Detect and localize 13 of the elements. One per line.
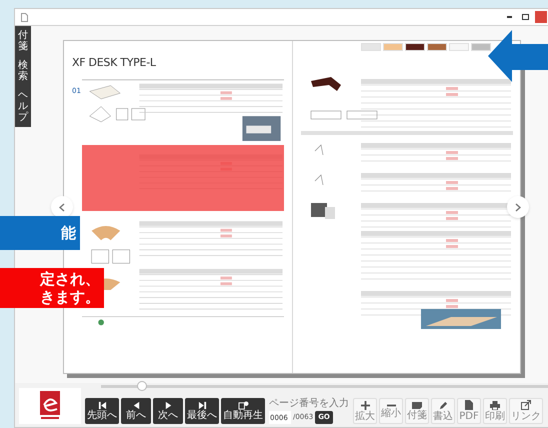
page-number-prompt: ページ番号を入力 bbox=[269, 399, 349, 409]
nav-button[interactable]: 次へ bbox=[153, 398, 183, 424]
nav-button[interactable]: 自動再生 bbox=[221, 398, 265, 424]
nav-button[interactable]: 先頭へ bbox=[85, 398, 119, 424]
nav-button[interactable]: 前へ bbox=[121, 398, 151, 424]
nav-button[interactable]: 最後へ bbox=[185, 398, 219, 424]
side-tab[interactable]: ヘルプ bbox=[18, 90, 28, 123]
side-tab[interactable]: 検索 bbox=[18, 60, 28, 82]
callout-text: きます。 bbox=[40, 288, 100, 306]
catalog-title: XF DESK TYPE-L bbox=[72, 55, 157, 71]
side-tab[interactable]: 付箋 bbox=[18, 30, 28, 52]
callout-text: 定され、 bbox=[40, 270, 100, 288]
callout-text: 能 bbox=[61, 224, 76, 242]
